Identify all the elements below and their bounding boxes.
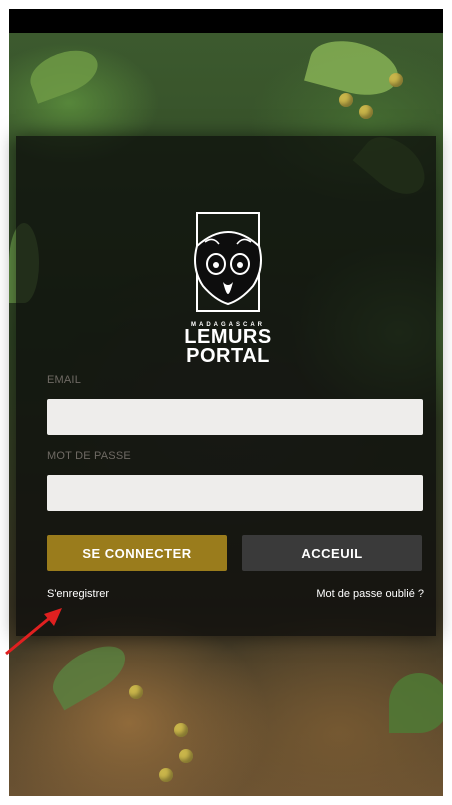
password-field[interactable]	[47, 475, 423, 511]
register-link[interactable]: S'enregistrer	[47, 588, 109, 600]
annotation-arrow-icon	[5, 608, 62, 656]
home-button[interactable]: ACCEUIL	[242, 535, 422, 571]
lemur-icon	[194, 212, 262, 312]
email-label: EMAIL	[47, 374, 82, 386]
status-bar	[9, 9, 443, 33]
logo-title-line2: PORTAL	[186, 345, 270, 367]
password-label: MOT DE PASSE	[47, 450, 131, 462]
lemurs-portal-logo: MADAGASCAR LEMURS PORTAL	[183, 208, 273, 373]
forgot-password-link[interactable]: Mot de passe oublié ?	[316, 588, 424, 600]
email-field[interactable]	[47, 399, 423, 435]
login-button[interactable]: SE CONNECTER	[47, 535, 227, 571]
